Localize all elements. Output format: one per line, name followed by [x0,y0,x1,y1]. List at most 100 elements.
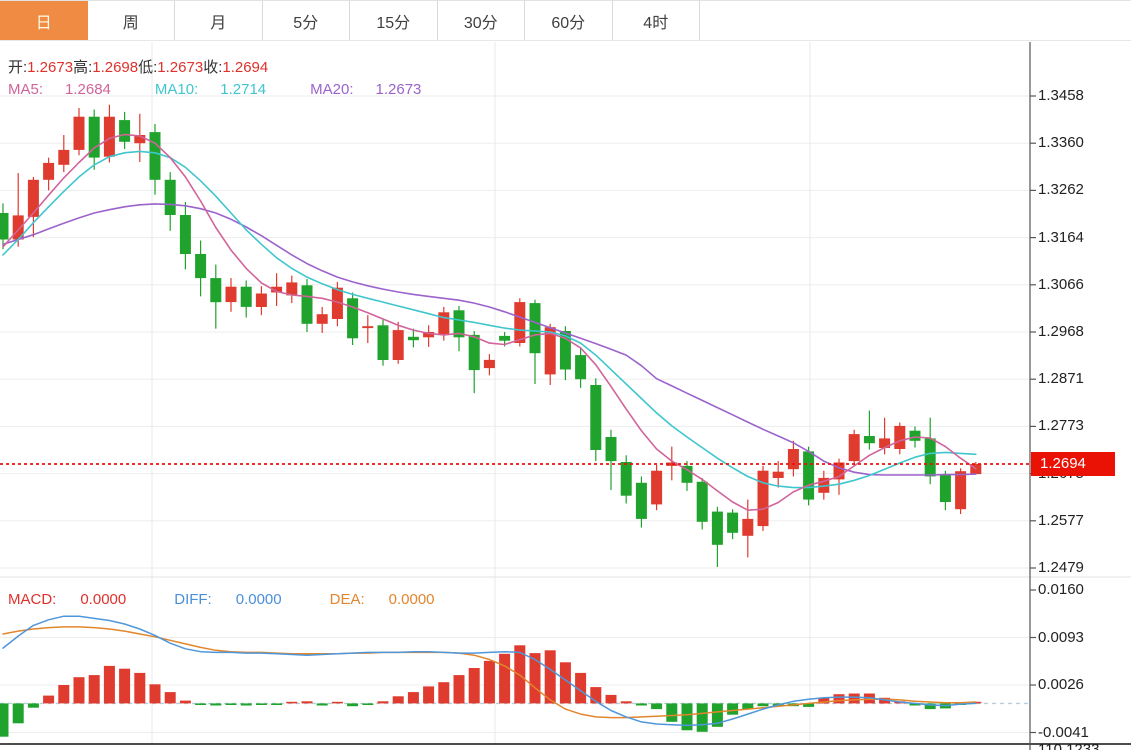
macd-hist-bar [636,703,647,705]
macd-hist-bar [119,669,130,704]
macd-hist-bar [195,703,206,705]
macd-hist-bar [408,692,419,703]
macd-hist-bar [378,701,389,703]
tab-month[interactable]: 月 [175,1,263,40]
ohlc-readout: 开:1.2673高:1.2698低:1.2673收:1.2694 [8,56,268,77]
macd-readout: MACD:0.0000DIFF:0.0000DEA:0.0000 [8,591,483,608]
macd-hist-bar [134,673,145,704]
bottom-clipped-axis-label: 110.1233 [1038,741,1099,750]
candle-body [499,336,510,341]
current-price-value: 1.2694 [1040,455,1086,472]
candle-body [636,483,647,519]
candle-body [378,325,389,360]
macd-hist-bar [13,703,24,723]
macd-hist-bar [469,668,480,703]
ohlc-row-item: 低:1.2673 [138,59,203,76]
tab-4hour[interactable]: 4时 [613,1,701,40]
macd-hist-bar [454,675,465,703]
candle-body [0,213,9,240]
macd-hist-bar [271,703,282,705]
candle-body [621,462,632,496]
macd-hist-bar [43,696,54,704]
candle-body [575,355,586,379]
candle-body [74,117,85,150]
macd-hist-bar [317,703,328,705]
candle-body [119,120,130,142]
candle-body [362,326,373,328]
macd-hist-bar [210,703,221,705]
macd-hist-bar [28,703,39,707]
candle-body [773,472,784,478]
candle-body [438,312,449,335]
candle-body [180,215,191,254]
macd-hist-bar [286,702,297,704]
macd-hist-bar [0,703,9,736]
candle-body [697,482,708,522]
tab-day[interactable]: 日 [0,1,88,40]
current-price-badge: 1.2694 [1031,452,1115,476]
macd-hist-bar [180,701,191,704]
ohlc-row-item: 收:1.2694 [203,59,268,76]
macd-hist-bar [362,703,373,705]
ma-row-item: MA20:1.2673 [310,81,443,98]
macd-hist-bar [241,703,252,705]
macd-axis-label: -0.0041 [1038,724,1128,741]
price-axis-label: 1.2577 [1038,512,1128,529]
period-tabbar: 日周月5分15分30分60分4时 [0,0,1131,41]
candle-body [210,278,221,302]
price-axis-label: 1.3066 [1038,276,1128,293]
candle-body [408,337,419,340]
ma-row-item: MA10:1.2714 [155,81,288,98]
ma-row-item: MA5:1.2684 [8,81,133,98]
macd-hist-bar [58,685,69,703]
candle-body [864,436,875,443]
candle-body [347,298,358,338]
macd-hist-bar [834,694,845,703]
candle-body [925,438,936,476]
candle-body [530,303,541,353]
price-axis-label: 1.3262 [1038,181,1128,198]
candle-body [150,132,161,180]
tab-30min[interactable]: 30分 [438,1,526,40]
macd-hist-bar [150,684,161,703]
candle-body [469,335,480,370]
macd-hist-bar [104,666,115,704]
price-axis-label: 1.3458 [1038,87,1128,104]
candle-body [955,471,966,509]
ma-readout: MA5:1.2684 MA10:1.2714 MA20:1.2673 [8,81,465,98]
candle-body [606,437,617,461]
candle-body [256,294,267,308]
candle-body [58,150,69,165]
candle-body [28,180,39,217]
tab-5min[interactable]: 5分 [263,1,351,40]
candle-body [940,474,951,502]
macd-hist-bar [484,661,495,704]
macd-hist-bar [74,677,85,703]
tab-60min[interactable]: 60分 [525,1,613,40]
macd-hist-bar [302,701,313,703]
candle-body [651,471,662,505]
candle-body [894,426,905,449]
tab-week[interactable]: 周 [88,1,176,40]
price-axis-label: 1.3164 [1038,229,1128,246]
chart-canvas[interactable] [0,0,1131,750]
macd-hist-bar [651,703,662,709]
macd-hist-bar [347,703,358,706]
macd-hist-bar [165,692,176,703]
candle-body [727,513,738,533]
candle-body [195,254,206,278]
candle-body [317,314,328,324]
price-axis-label: 1.2773 [1038,417,1128,434]
candle-body [514,302,525,343]
macd-hist-bar [545,650,556,703]
tab-15min[interactable]: 15分 [350,1,438,40]
macd-row-item: MACD:0.0000 [8,591,150,608]
candle-body [241,287,252,307]
candle-body [803,451,814,499]
macd-hist-bar [499,654,510,704]
macd-hist-bar [393,696,404,703]
price-axis-label: 1.2479 [1038,559,1128,576]
candle-body [484,360,495,368]
macd-hist-bar [438,682,449,703]
candle-body [712,512,723,545]
